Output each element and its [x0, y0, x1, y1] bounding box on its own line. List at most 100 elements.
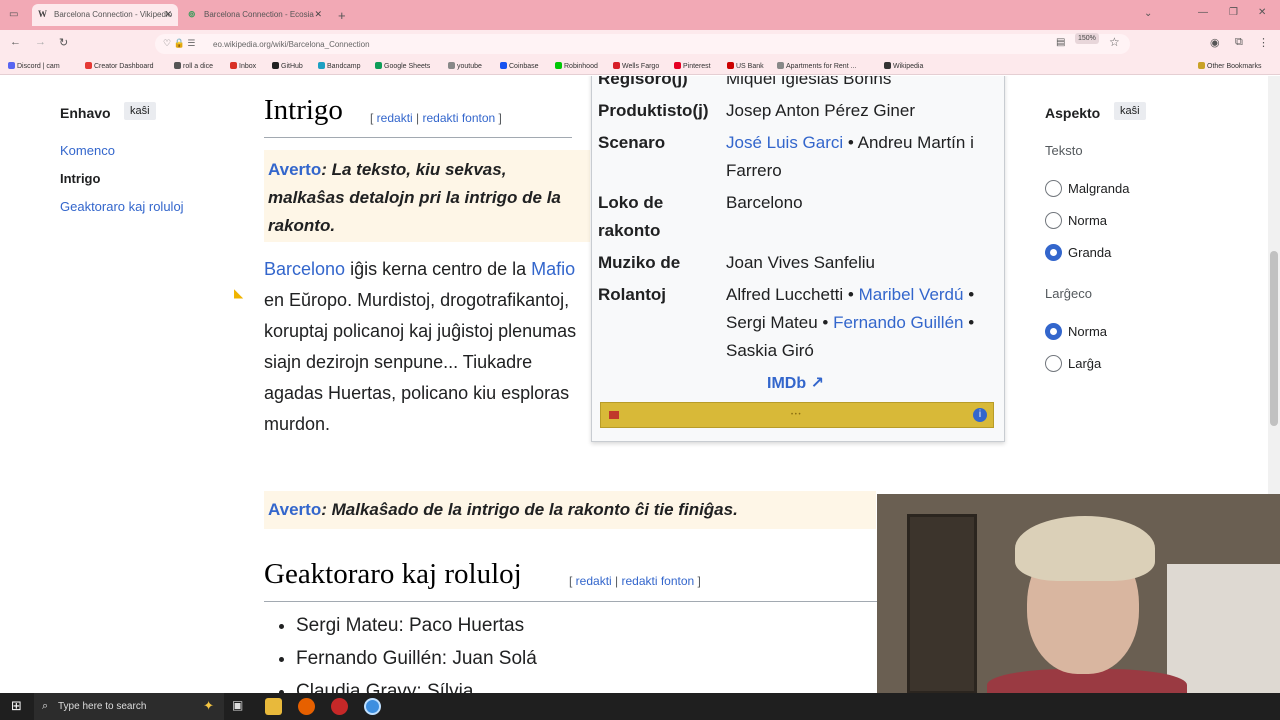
mouse-cursor-icon: ◣: [234, 286, 244, 300]
other-bookmarks-folder[interactable]: Other Bookmarks: [1198, 62, 1261, 70]
tab-title: Barcelona Connection - Vikipedio: [54, 10, 173, 19]
windows-start-icon[interactable]: ⊞: [11, 699, 25, 713]
radio-circle[interactable]: [1045, 180, 1062, 197]
warning-label-link[interactable]: Averto: [268, 500, 321, 519]
bookmark-star-icon[interactable]: ☆: [1109, 35, 1120, 49]
bookmark-bandcamp[interactable]: Bandcamp: [318, 62, 360, 70]
close-tab-icon[interactable]: ✕: [314, 9, 322, 20]
infobox-row-director: Reĝisoro(j) Miquel Iglesias Bonns: [598, 76, 998, 93]
restore-icon[interactable]: ❐: [1229, 7, 1238, 18]
search-icon: ⌕: [42, 700, 49, 712]
obs-icon[interactable]: [331, 698, 348, 715]
url-bar[interactable]: ♡ 🔒 ☰ eo.wikipedia.org/wiki/Barcelona_Co…: [155, 34, 1130, 54]
cast-list: Sergi Mateu: Paco Huertas Fernando Guill…: [280, 609, 537, 693]
webcam-shelf: [1167, 564, 1280, 693]
minimize-icon[interactable]: —: [1198, 7, 1208, 18]
file-explorer-icon[interactable]: [265, 698, 282, 715]
info-icon[interactable]: i: [973, 408, 987, 422]
radio-circle[interactable]: [1045, 355, 1062, 372]
edit-link[interactable]: redakti: [377, 111, 413, 125]
bookmarks-bar: Discord | cam Creator Dashboard roll a d…: [0, 58, 1280, 75]
bookmark-inbox[interactable]: Inbox: [230, 62, 256, 70]
imdb-link[interactable]: IMDb ↗: [767, 373, 824, 393]
edit-link[interactable]: redakti: [576, 574, 612, 588]
firefox-icon[interactable]: [298, 698, 315, 715]
location-link[interactable]: Barcelono: [726, 189, 996, 217]
warning-label-link[interactable]: Averto: [268, 160, 321, 179]
section-heading-geaktoraro: Geaktoraro kaj roluloj: [264, 558, 522, 590]
site-info-icon[interactable]: ♡ 🔒 ☰: [163, 38, 195, 49]
radio-circle-checked[interactable]: [1045, 244, 1062, 261]
appearance-title: Aspekto: [1045, 105, 1101, 121]
cast-link[interactable]: Maribel Verdú: [859, 285, 964, 304]
forward-icon[interactable]: →: [35, 36, 46, 48]
menu-icon[interactable]: ⋮: [1258, 36, 1269, 49]
back-icon[interactable]: ←: [10, 36, 21, 48]
webcam-door: [907, 514, 977, 693]
close-window-icon[interactable]: ✕: [1258, 7, 1266, 18]
browser-tab-bar: ▭ W Barcelona Connection - Vikipedio ✕ ⊚…: [0, 0, 1280, 30]
list-item: Claudia Gravy: Sílvia: [296, 675, 537, 693]
toc-title: Enhavo: [60, 105, 111, 121]
extensions-icon[interactable]: ⧉: [1235, 36, 1243, 49]
bookmark-discord[interactable]: Discord | cam: [8, 62, 60, 70]
bookmark-robinhood[interactable]: Robinhood: [555, 62, 598, 70]
tab-barcelona-ecosia[interactable]: ⊚ Barcelona Connection - Ecosia ✕: [182, 4, 328, 26]
reload-icon[interactable]: ↻: [59, 36, 68, 49]
tab-barcelona-vikipedio[interactable]: W Barcelona Connection - Vikipedio ✕: [32, 4, 178, 26]
flag-icon: [609, 411, 619, 419]
bookmark-youtube[interactable]: youtube: [448, 62, 482, 70]
cast-link[interactable]: Fernando Guillén: [833, 313, 963, 332]
tab-title: Barcelona Connection - Ecosia: [204, 10, 314, 19]
heading-divider: [264, 601, 878, 602]
taskbar-search-box[interactable]: ⌕ Type here to search ✦: [34, 693, 224, 720]
bookmark-us-bank[interactable]: US Bank: [727, 62, 764, 70]
edit-source-link[interactable]: redakti fonton: [622, 574, 695, 588]
mafio-link[interactable]: Mafio: [531, 259, 575, 279]
zoom-level-badge[interactable]: 150%: [1075, 33, 1099, 44]
plot-paragraph: Barcelono iĝis kerna centro de la Mafio …: [264, 259, 577, 434]
heading-divider: [264, 137, 572, 138]
edit-source-link[interactable]: redakti fonton: [423, 111, 496, 125]
webcam-overlay: [877, 494, 1280, 693]
taskbar-search-placeholder: Type here to search: [58, 701, 147, 712]
external-link-icon: ↗: [810, 375, 824, 392]
tab-search-chevron-icon[interactable]: ⌄: [1144, 8, 1152, 19]
bookmark-wells-fargo[interactable]: Wells Fargo: [613, 62, 659, 70]
infobox-row-cast: Rolantoj Alfred Lucchetti • Maribel Verd…: [598, 285, 975, 360]
infobox-footer-bar: • • • i: [600, 402, 994, 428]
windows-taskbar: ⊞ ⌕ Type here to search ✦ ▣: [0, 693, 1280, 720]
screenwriter-link[interactable]: José Luis Garci: [726, 133, 843, 152]
scrollbar-thumb[interactable]: [1270, 251, 1278, 426]
radio-circle-checked[interactable]: [1045, 323, 1062, 340]
bookmark-creator-dashboard[interactable]: Creator Dashboard: [85, 62, 154, 70]
bookmark-github[interactable]: GitHub: [272, 62, 303, 70]
bookmark-wikipedia[interactable]: Wikipedia: [884, 62, 923, 70]
task-view-icon[interactable]: ▣: [232, 698, 249, 715]
spoiler-end-box: Averto: Malkaŝado de la intrigo de la ra…: [264, 491, 876, 529]
reader-mode-icon[interactable]: ▤: [1056, 37, 1065, 48]
toc-item-intrigo[interactable]: Intrigo: [60, 171, 100, 186]
new-tab-icon[interactable]: +: [338, 8, 346, 23]
account-icon[interactable]: ◉: [1210, 36, 1220, 49]
close-tab-icon[interactable]: ✕: [164, 9, 172, 20]
appearance-hide-button[interactable]: kaŝi: [1114, 102, 1146, 120]
bookmark-apartments[interactable]: Apartments for Rent ...: [777, 62, 856, 70]
toc-item-geaktoraro[interactable]: Geaktoraro kaj roluloj: [60, 199, 184, 214]
barcelono-link[interactable]: Barcelono: [264, 259, 345, 279]
toc-hide-button[interactable]: kaŝi: [124, 102, 156, 120]
radio-circle[interactable]: [1045, 212, 1062, 229]
section-heading-intrigo: Intrigo: [264, 94, 343, 126]
ecosia-icon: ⊚: [188, 9, 196, 19]
director-link[interactable]: Miquel Iglesias Bonns: [726, 76, 996, 93]
toc-item-komenco[interactable]: Komenco: [60, 143, 115, 158]
tab-actions-icon[interactable]: ▭: [9, 9, 18, 20]
text-size-label: Teksto: [1045, 143, 1083, 158]
wikipedia-favicon-icon: W: [38, 9, 47, 19]
bookmark-coinbase[interactable]: Coinbase: [500, 62, 539, 70]
chrome-icon[interactable]: [364, 698, 381, 715]
bookmark-roll-a-dice[interactable]: roll a dice: [174, 62, 213, 70]
bookmark-pinterest[interactable]: Pinterest: [674, 62, 711, 70]
bookmark-google-sheets[interactable]: Google Sheets: [375, 62, 430, 70]
section-edit-links: [ redakti | redakti fonton ]: [370, 111, 502, 125]
